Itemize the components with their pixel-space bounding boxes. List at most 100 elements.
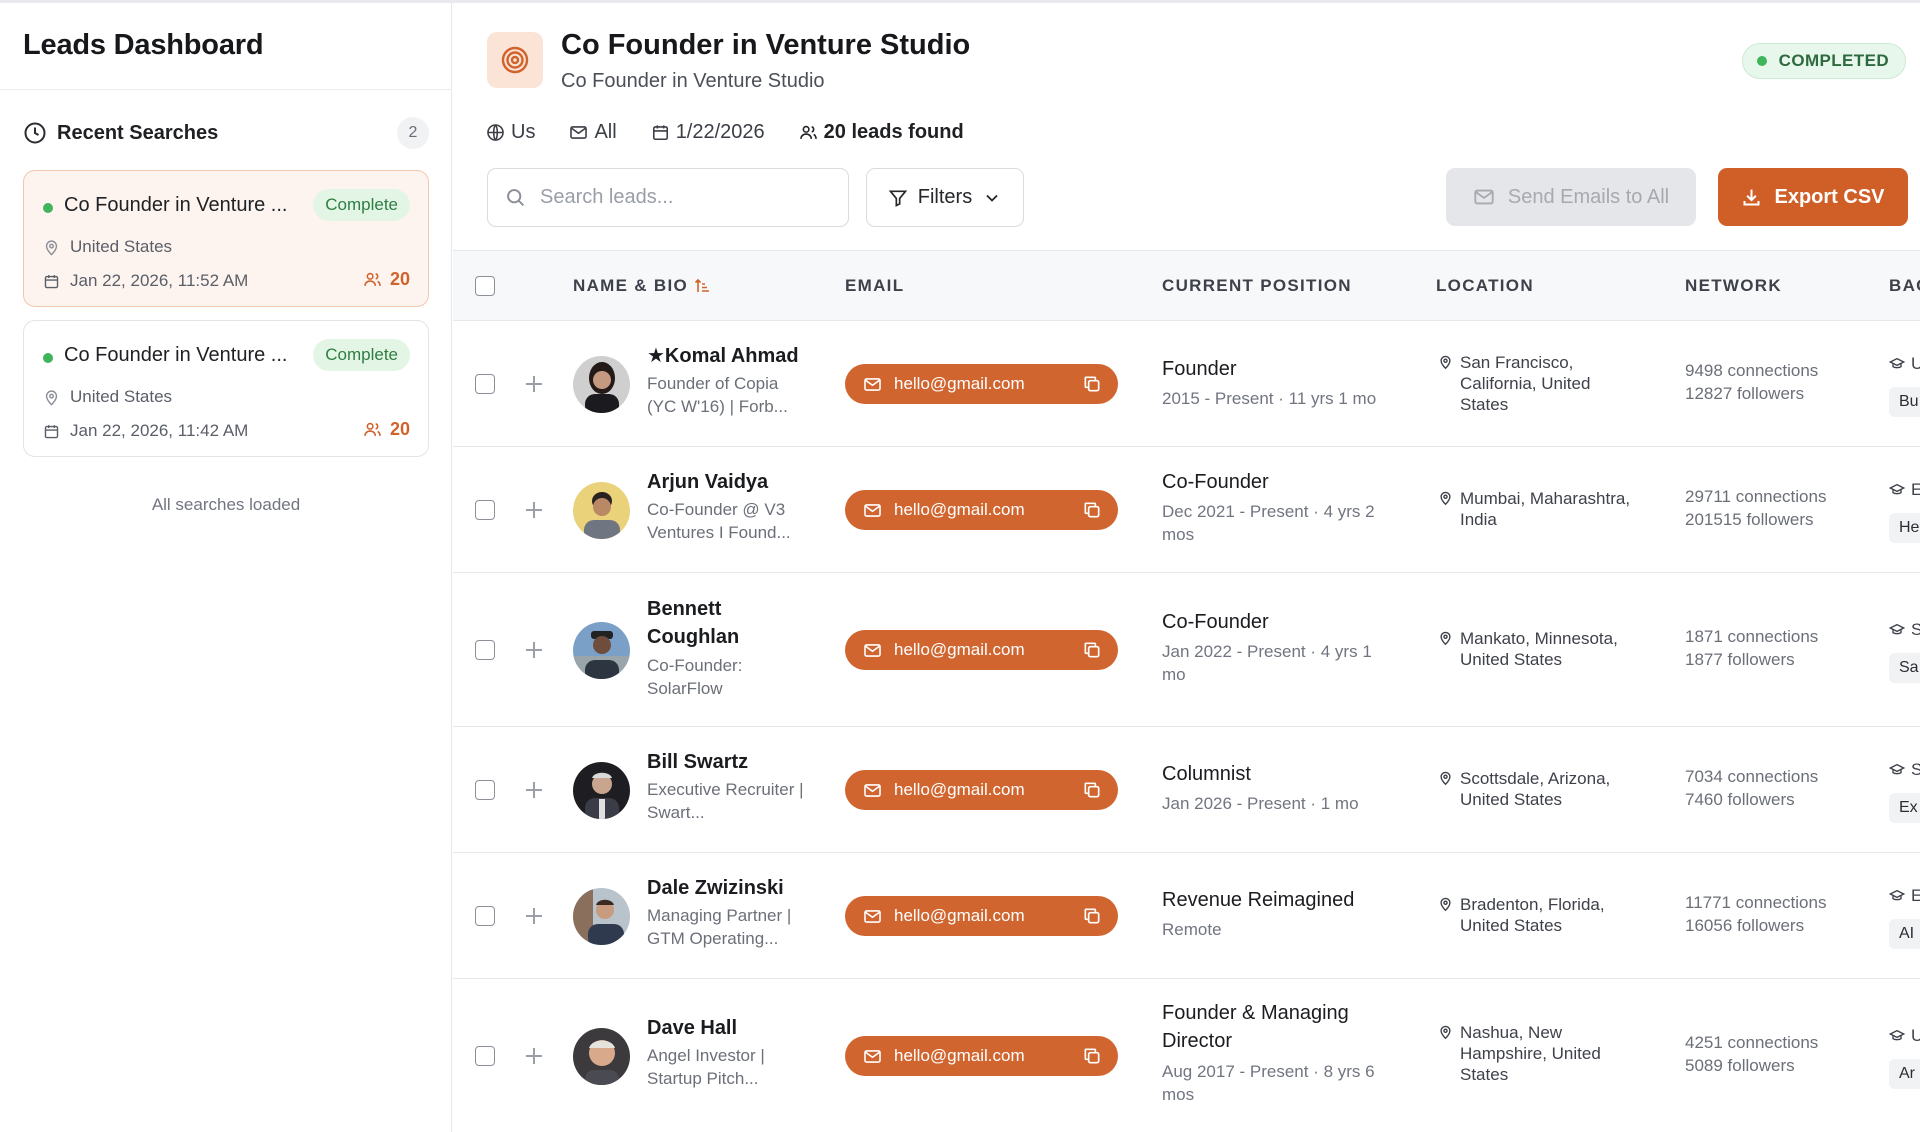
calendar-icon	[652, 124, 668, 140]
search-card-date: Jan 22, 2026, 11:42 AM	[43, 421, 248, 441]
graduation-cap-icon	[1889, 483, 1905, 495]
table-row[interactable]: Bennett Coughlan Co-Founder: SolarFlow h…	[453, 573, 1920, 727]
row-checkbox[interactable]	[475, 640, 495, 660]
copy-icon[interactable]	[1082, 1046, 1102, 1066]
users-icon	[364, 422, 381, 436]
lead-bio: Managing Partner | GTM Operating...	[647, 906, 792, 948]
email-address: hello@gmail.com	[894, 500, 1025, 519]
clock-icon	[24, 122, 46, 144]
lead-name[interactable]: ★Komal Ahmad	[647, 342, 807, 370]
row-checkbox[interactable]	[475, 780, 495, 800]
background-text: U	[1911, 354, 1920, 373]
network-followers: 1877 followers	[1685, 650, 1795, 669]
searches-loaded-text: All searches loaded	[151, 495, 301, 514]
search-card[interactable]: Co Founder in Venture ... Complete Unite…	[23, 320, 429, 457]
select-all-checkbox[interactable]	[475, 276, 495, 296]
copy-icon[interactable]	[1082, 780, 1102, 800]
plus-icon[interactable]	[523, 779, 545, 801]
lead-name[interactable]: Arjun Vaidya	[647, 468, 807, 496]
email-pill[interactable]: hello@gmail.com	[845, 1036, 1118, 1076]
table-row[interactable]: Bill Swartz Executive Recruiter | Swart.…	[453, 727, 1920, 853]
position-tenure: Jan 2022 - Present · 4 yrs 1 mo	[1162, 642, 1372, 684]
page-subtitle: Co Founder in Venture Studio	[561, 70, 825, 92]
column-header-email[interactable]: EMAIL	[845, 276, 904, 296]
column-header-background[interactable]: BAC	[1889, 276, 1920, 296]
download-icon	[1743, 189, 1760, 206]
lead-location: Mumbai, Maharashtra, India	[1438, 488, 1638, 530]
sidebar-title: Leads Dashboard	[23, 29, 264, 61]
row-checkbox[interactable]	[475, 906, 495, 926]
table-row[interactable]: Dale Zwizinski Managing Partner | GTM Op…	[453, 853, 1920, 979]
copy-icon[interactable]	[1082, 500, 1102, 520]
position-title: Founder & Managing Director	[1162, 1002, 1349, 1052]
column-header-network[interactable]: NETWORK	[1685, 276, 1782, 296]
leads-table: NAME & BIO EMAIL CURRENT POSITION LOCATI…	[453, 250, 1920, 1132]
status-badge: Complete	[313, 339, 410, 371]
plus-icon[interactable]	[523, 639, 545, 661]
copy-icon[interactable]	[1082, 640, 1102, 660]
status-dot	[43, 353, 53, 363]
background-tag: Sa	[1889, 653, 1920, 683]
lead-name[interactable]: Dale Zwizinski	[647, 874, 807, 902]
background-text: S	[1911, 620, 1920, 639]
search-card-date: Jan 22, 2026, 11:52 AM	[43, 271, 248, 291]
column-header-name[interactable]: NAME & BIO	[573, 276, 710, 296]
background-tag: He	[1889, 513, 1920, 543]
graduation-cap-icon	[1889, 889, 1905, 901]
search-input[interactable]	[540, 186, 830, 209]
map-pin-icon	[1440, 491, 1451, 506]
email-address: hello@gmail.com	[894, 906, 1025, 925]
row-checkbox[interactable]	[475, 374, 495, 394]
map-pin-icon	[1440, 771, 1451, 786]
table-row[interactable]: Dave Hall Angel Investor | Startup Pitch…	[453, 979, 1920, 1132]
recent-searches-label: Recent Searches	[57, 121, 219, 144]
column-header-position[interactable]: CURRENT POSITION	[1162, 276, 1352, 296]
column-header-location[interactable]: LOCATION	[1436, 276, 1534, 296]
copy-icon[interactable]	[1082, 906, 1102, 926]
position-title: Columnist	[1162, 763, 1251, 785]
email-pill[interactable]: hello@gmail.com	[845, 630, 1118, 670]
lead-location: Nashua, New Hampshire, United States	[1438, 1022, 1638, 1085]
table-row[interactable]: ★Komal Ahmad Founder of Copia (YC W'16) …	[453, 321, 1920, 447]
copy-icon[interactable]	[1082, 374, 1102, 394]
meta-region: Us	[486, 121, 535, 144]
email-pill[interactable]: hello@gmail.com	[845, 490, 1118, 530]
mail-icon	[864, 643, 881, 657]
lead-location: San Francisco, California, United States	[1438, 352, 1638, 415]
send-emails-button[interactable]: Send Emails to All	[1446, 168, 1696, 226]
row-checkbox[interactable]	[475, 500, 495, 520]
export-csv-button[interactable]: Export CSV	[1718, 168, 1908, 226]
search-card[interactable]: Co Founder in Venture ... Complete Unite…	[23, 170, 429, 307]
plus-icon[interactable]	[523, 499, 545, 521]
table-row[interactable]: Arjun Vaidya Co-Founder @ V3 Ventures I …	[453, 447, 1920, 573]
plus-icon[interactable]	[523, 1045, 545, 1067]
network-followers: 5089 followers	[1685, 1056, 1795, 1075]
lead-bio: Founder of Copia (YC W'16) | Forb...	[647, 374, 788, 416]
row-checkbox[interactable]	[475, 1046, 495, 1066]
position-title: Revenue Reimagined	[1162, 889, 1355, 911]
email-pill[interactable]: hello@gmail.com	[845, 896, 1118, 936]
search-card-location: United States	[43, 237, 172, 257]
meta-date: 1/22/2026	[651, 121, 765, 144]
filters-button[interactable]: Filters	[866, 168, 1024, 227]
location-text: Scottsdale, Arizona, United States	[1460, 769, 1611, 809]
network-followers: 201515 followers	[1685, 510, 1814, 529]
target-icon	[487, 32, 543, 88]
plus-icon[interactable]	[523, 373, 545, 395]
chevron-down-icon	[986, 194, 998, 202]
email-address: hello@gmail.com	[894, 374, 1025, 393]
position-tenure: Dec 2021 - Present · 4 yrs 2 mos	[1162, 502, 1375, 544]
plus-icon[interactable]	[523, 905, 545, 927]
send-emails-label: Send Emails to All	[1507, 185, 1670, 208]
meta-email: All	[569, 121, 617, 144]
lead-name[interactable]: Bill Swartz	[647, 748, 807, 776]
email-pill[interactable]: hello@gmail.com	[845, 770, 1118, 810]
search-box[interactable]	[487, 168, 849, 227]
avatar	[573, 888, 630, 945]
email-pill[interactable]: hello@gmail.com	[845, 364, 1118, 404]
sort-icon[interactable]	[694, 278, 710, 294]
lead-name[interactable]: Bennett Coughlan	[647, 595, 807, 651]
lead-location: Scottsdale, Arizona, United States	[1438, 768, 1638, 810]
leads-count-value: 20	[389, 269, 410, 289]
lead-name[interactable]: Dave Hall	[647, 1014, 807, 1042]
